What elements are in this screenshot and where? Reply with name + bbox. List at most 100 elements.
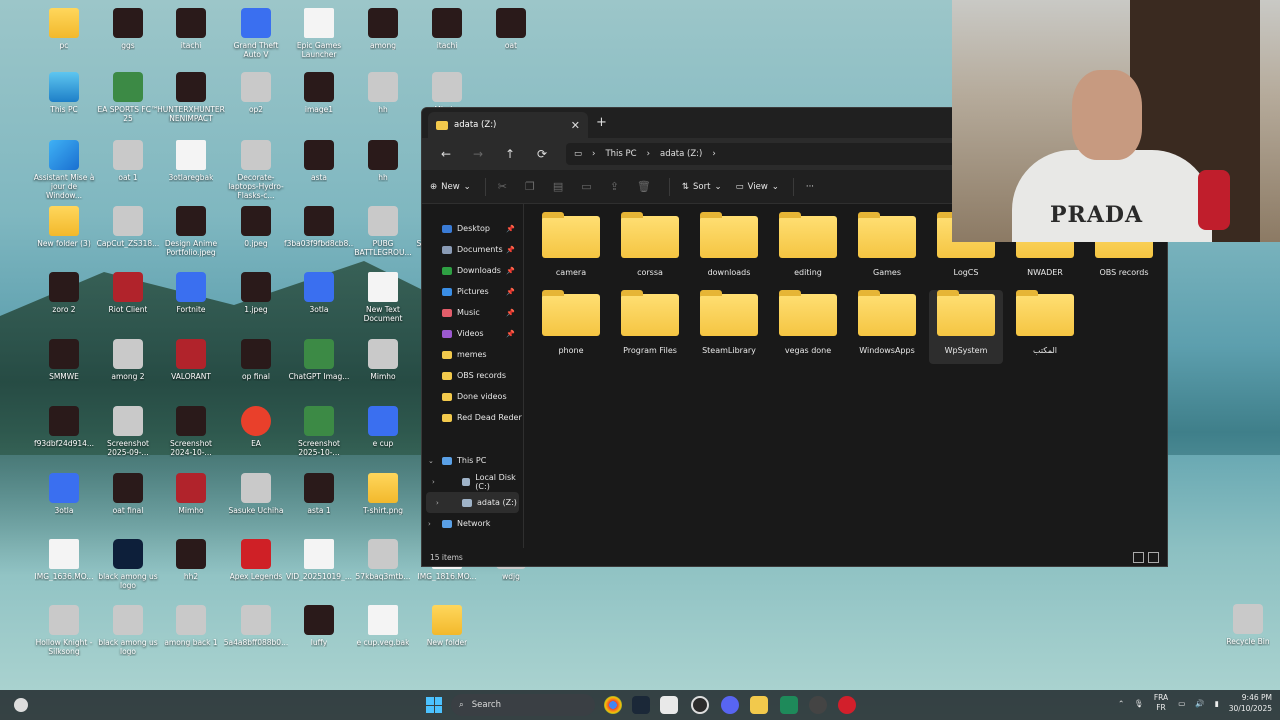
paste-icon[interactable]: ▤ <box>553 180 563 193</box>
battery-icon[interactable]: ▮ <box>1215 699 1219 708</box>
desktop-icon[interactable]: Apex Legends <box>224 539 288 603</box>
folder-item[interactable]: camera <box>534 212 608 286</box>
desktop-icon[interactable]: ChatGPT Imag... <box>287 339 351 403</box>
desktop-icon[interactable]: SMMWE <box>32 339 96 403</box>
nav-item[interactable]: Documents 📌 <box>422 239 523 260</box>
desktop-icon[interactable]: Epic Games Launcher <box>287 8 351 72</box>
desktop-icon[interactable]: EA <box>224 406 288 470</box>
new-button[interactable]: ⊕ New ⌄ <box>430 182 471 192</box>
desktop-icon[interactable]: Assistant Mise à jour de Window... <box>32 140 96 204</box>
nav-item[interactable]: OBS records <box>422 365 523 386</box>
desktop-icon[interactable]: op final <box>224 339 288 403</box>
chevron-right-icon[interactable]: › <box>432 478 435 486</box>
desktop-icon[interactable]: Grand Theft Auto V <box>224 8 288 72</box>
desktop-icon[interactable]: itachi <box>159 8 223 72</box>
desktop-icon[interactable]: New Text Document <box>351 272 415 336</box>
desktop-icon[interactable]: black among us logo <box>96 605 160 669</box>
folder-item[interactable]: Program Files <box>613 290 687 364</box>
forward-arrow-icon[interactable]: → <box>462 147 494 161</box>
volume-icon[interactable]: 🔊 <box>1195 699 1204 708</box>
nav-item[interactable]: Done videos <box>422 386 523 407</box>
opera-icon[interactable] <box>838 696 856 714</box>
nav-item[interactable]: memes <box>422 344 523 365</box>
chrome-icon[interactable] <box>604 696 622 714</box>
desktop-icon[interactable]: 1.jpeg <box>224 272 288 336</box>
desktop-icon[interactable]: op2 <box>224 72 288 136</box>
desktop-icon[interactable]: image1 <box>287 72 351 136</box>
more-options-button[interactable]: ··· <box>806 182 814 192</box>
nav-item[interactable]: Pictures 📌 <box>422 281 523 302</box>
folder-item[interactable]: Games <box>850 212 924 286</box>
refresh-icon[interactable]: ⟳ <box>526 147 558 161</box>
microphone-icon[interactable]: 🎙 <box>1134 699 1144 708</box>
desktop-icon[interactable]: Riot Client <box>96 272 160 336</box>
new-tab-button[interactable]: + <box>596 115 607 130</box>
snipping-tool-icon[interactable] <box>660 696 678 714</box>
desktop-icon[interactable]: among <box>351 8 415 72</box>
details-view-icon[interactable] <box>1133 552 1144 563</box>
close-tab-icon[interactable]: ✕ <box>571 119 580 132</box>
chevron-up-icon[interactable]: ⌃ <box>1118 699 1124 708</box>
desktop-icon[interactable]: Mimho <box>351 339 415 403</box>
desktop-icon[interactable]: Decorate-laptops-Hydro-Flasks-c... <box>224 140 288 204</box>
nav-item[interactable]: Desktop 📌 <box>422 218 523 239</box>
desktop-icon[interactable]: Screenshot 2025-09-... <box>96 406 160 470</box>
back-arrow-icon[interactable]: ← <box>430 147 462 161</box>
start-button[interactable] <box>426 697 442 713</box>
desktop-icon[interactable]: This PC <box>32 72 96 136</box>
share-icon[interactable]: ⇪ <box>610 180 619 193</box>
folder-item[interactable]: corssa <box>613 212 687 286</box>
desktop-icon[interactable]: 57kbaq3mtb... <box>351 539 415 603</box>
desktop-icon[interactable]: 3otla <box>32 473 96 537</box>
desktop-icon[interactable]: asta <box>287 140 351 204</box>
desktop-icon[interactable]: Hollow Knight - Silksong <box>32 605 96 669</box>
desktop-icon[interactable]: Recycle Bin <box>1216 604 1280 668</box>
desktop-icon[interactable]: HUNTERXHUNTER NENIMPACT <box>157 72 225 136</box>
desktop-icon[interactable]: pc <box>32 8 96 72</box>
desktop-icon[interactable]: oat final <box>96 473 160 537</box>
cut-icon[interactable]: ✂ <box>498 180 507 193</box>
desktop-icon[interactable]: EA SPORTS FC™ 25 <box>96 72 160 136</box>
desktop-icon[interactable]: luffy <box>287 605 351 669</box>
desktop-icon[interactable]: VALORANT <box>159 339 223 403</box>
desktop-icon[interactable]: CapCut_ZS318... <box>96 206 160 270</box>
folder-item[interactable]: vegas done <box>771 290 845 364</box>
desktop-icon[interactable]: Design Anime Portfolio.jpeg <box>159 206 223 270</box>
delete-icon[interactable]: 🗑 <box>637 180 651 193</box>
desktop-icon[interactable]: itachi <box>415 8 479 72</box>
display-icon[interactable]: ▭ <box>1178 699 1185 708</box>
clock[interactable]: 9:46 PM 30/10/2025 <box>1229 692 1272 714</box>
nav-network[interactable]: › Network <box>422 513 523 534</box>
folder-item[interactable]: downloads <box>692 212 766 286</box>
nav-item[interactable]: Red Dead Reder <box>422 407 523 428</box>
desktop-icon[interactable]: f93dbf24d914... <box>32 406 96 470</box>
obs-icon[interactable] <box>809 696 827 714</box>
desktop-icon[interactable]: hh <box>351 140 415 204</box>
copy-icon[interactable]: ❐ <box>525 180 535 193</box>
desktop-icon[interactable]: T-shirt.png <box>351 473 415 537</box>
nav-adata[interactable]: › adata (Z:) <box>426 492 519 513</box>
desktop-icon[interactable]: 0.jpeg <box>224 206 288 270</box>
nav-item[interactable]: Videos 📌 <box>422 323 523 344</box>
nav-item[interactable]: Music 📌 <box>422 302 523 323</box>
folder-item[interactable]: phone <box>534 290 608 364</box>
desktop-icon[interactable]: IMG_1636.MO... <box>32 539 96 603</box>
desktop-icon[interactable]: 5a4a8bff088b0... <box>224 605 288 669</box>
desktop-icon[interactable]: Screenshot 2025-10-... <box>287 406 351 470</box>
desktop-icon[interactable]: 3otlaregbak <box>159 140 223 204</box>
file-explorer-icon[interactable] <box>750 696 768 714</box>
chatgpt-icon[interactable] <box>691 696 709 714</box>
desktop-icon[interactable]: 3otla <box>287 272 351 336</box>
desktop-icon[interactable]: Fortnite <box>159 272 223 336</box>
widgets-icon[interactable] <box>14 698 28 712</box>
desktop-icon[interactable]: ggs <box>96 8 160 72</box>
desktop-icon[interactable]: VID_20251019_... <box>286 539 352 603</box>
folder-item[interactable]: SteamLibrary <box>692 290 766 364</box>
desktop-icon[interactable]: New folder <box>415 605 479 669</box>
language-indicator[interactable]: FRA FR <box>1154 693 1168 713</box>
desktop-icon[interactable]: among back 1 <box>159 605 223 669</box>
desktop-icon[interactable]: Screenshot 2024-10-... <box>159 406 223 470</box>
chevron-right-icon[interactable]: › <box>428 520 431 528</box>
breadcrumb-adata[interactable]: adata (Z:) <box>660 149 702 159</box>
desktop-icon[interactable]: Mimho <box>159 473 223 537</box>
